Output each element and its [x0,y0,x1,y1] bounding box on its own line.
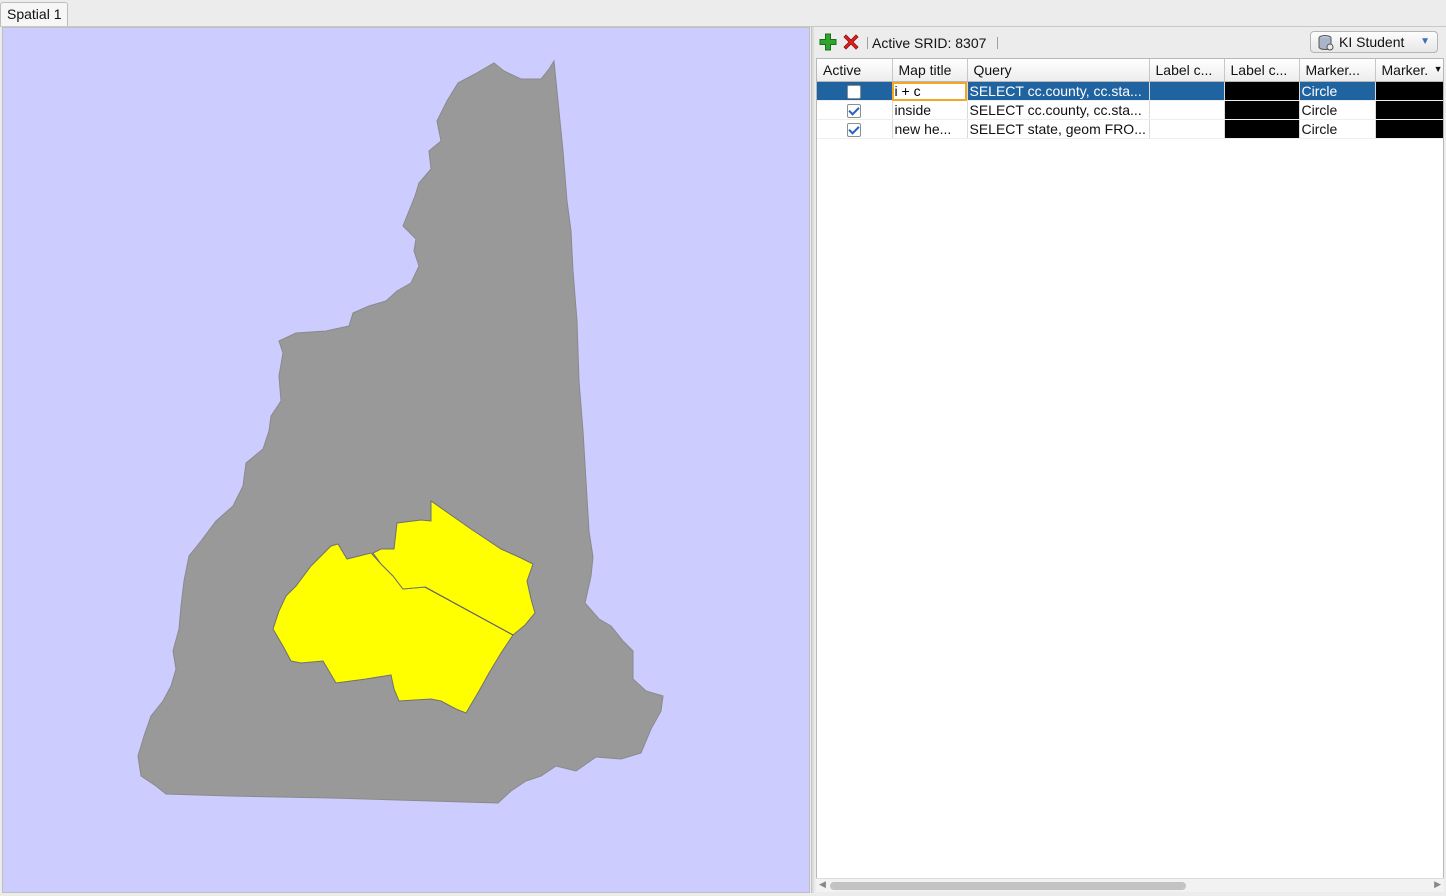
query-cell[interactable]: SELECT cc.county, cc.sta... [967,100,1150,120]
label-column-cell[interactable] [1149,81,1225,101]
table-header-row: Active Map title Query Label c... Label … [817,59,1443,82]
label-color-swatch[interactable] [1224,119,1300,139]
active-checkbox[interactable] [847,85,862,100]
active-checkbox-cell[interactable] [817,100,893,120]
tab-spatial-1[interactable]: Spatial 1 [0,2,69,26]
tab-bar: Spatial 1 [0,0,1446,27]
active-srid-label: Active SRID: 8307 [872,35,987,51]
chevron-down-icon: ▼ [1420,36,1430,47]
marker-color-swatch[interactable] [1375,100,1443,120]
marker-shape-cell[interactable]: Circle [1299,100,1376,120]
table-row[interactable]: inside SELECT cc.county, cc.sta... Circl… [817,100,1443,120]
x-icon [843,34,859,50]
active-checkbox[interactable] [847,104,862,119]
label-column-cell[interactable] [1149,119,1225,139]
scrollbar-thumb[interactable] [830,882,1186,890]
toolbar-separator [997,37,998,49]
layers-toolbar: Active SRID: 8307 KI Student ▼ [814,27,1446,58]
scroll-left-arrow-icon[interactable]: ◀ [819,879,826,890]
marker-shape-cell[interactable]: Circle [1299,81,1376,101]
map-title-cell[interactable]: new he... [892,119,968,139]
column-header-query[interactable]: Query [967,59,1150,82]
toolbar-separator [867,37,868,49]
column-header-label-column[interactable]: Label c... [1149,59,1225,82]
remove-layer-button[interactable] [841,32,861,52]
table-row[interactable]: new he... SELECT state, geom FRO... Circ… [817,119,1443,139]
database-icon [1317,34,1335,55]
label-color-swatch[interactable] [1224,100,1300,120]
marker-shape-cell[interactable]: Circle [1299,119,1376,139]
active-checkbox-cell[interactable] [817,81,893,101]
query-cell[interactable]: SELECT cc.county, cc.sta... [967,81,1150,101]
map-svg [137,59,664,804]
table-row[interactable]: i + c SELECT cc.county, cc.sta... Circle [817,81,1443,101]
layers-panel: Active SRID: 8307 KI Student ▼ Active Ma… [814,27,1446,896]
active-checkbox[interactable] [847,123,862,138]
column-header-label-color[interactable]: Label c... [1224,59,1300,82]
column-header-active[interactable]: Active [817,59,893,82]
layers-table-container: Active Map title Query Label c... Label … [816,58,1444,892]
map-canvas[interactable] [2,27,810,893]
query-cell[interactable]: SELECT state, geom FRO... [967,119,1150,139]
add-layer-button[interactable] [818,32,838,52]
layers-table: Active Map title Query Label c... Label … [817,59,1443,139]
plus-icon [819,33,837,51]
column-header-marker-shape[interactable]: Marker... [1299,59,1376,82]
marker-color-swatch[interactable] [1375,81,1443,101]
marker-color-swatch[interactable] [1375,119,1443,139]
horizontal-scrollbar[interactable]: ◀ ▶ [816,878,1444,892]
column-header-marker-color[interactable]: Marker. ▼ [1375,59,1443,82]
label-color-swatch[interactable] [1224,81,1300,101]
column-header-map-title[interactable]: Map title [892,59,968,82]
connection-label: KI Student [1339,34,1405,50]
column-header-marker-color-label: Marker. [1381,62,1429,78]
column-menu-arrow-icon[interactable]: ▼ [1434,64,1443,74]
map-title-cell[interactable]: inside [892,100,968,120]
scroll-right-arrow-icon[interactable]: ▶ [1434,879,1441,890]
active-checkbox-cell[interactable] [817,119,893,139]
map-title-cell[interactable]: i + c [892,81,968,101]
label-column-cell[interactable] [1149,100,1225,120]
connection-selector[interactable]: KI Student ▼ [1310,31,1438,53]
